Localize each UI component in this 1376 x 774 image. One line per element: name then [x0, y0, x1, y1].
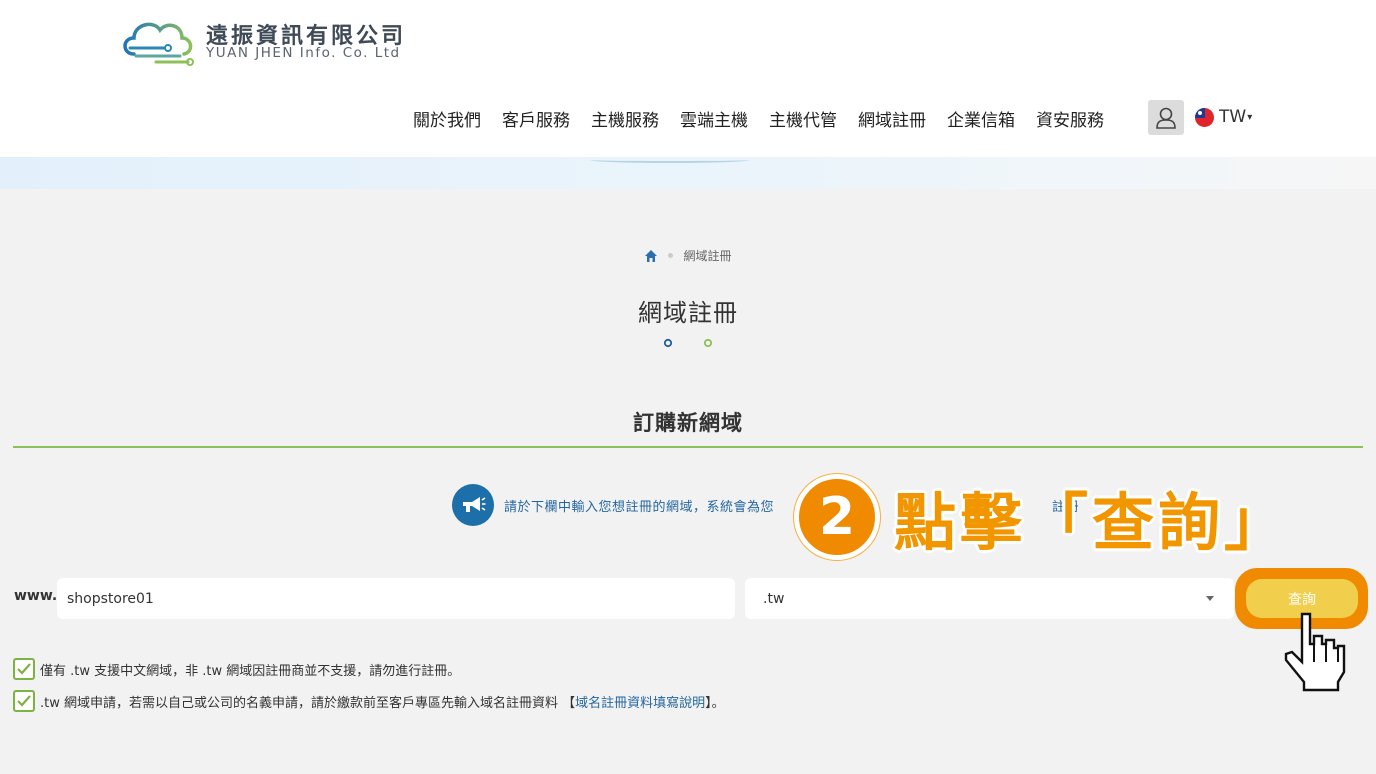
home-icon[interactable] [644, 249, 658, 263]
step-callout: 2 點擊「查詢」 [794, 472, 1290, 562]
nav-item-security[interactable]: 資安服務 [1036, 106, 1104, 131]
main-nav: 關於我們 客戶服務 主機服務 雲端主機 主機代管 網域註冊 企業信箱 資安服務 [413, 100, 1125, 136]
user-icon [1156, 107, 1176, 129]
pointing-hand-cursor-icon [1284, 612, 1346, 692]
language-selector[interactable]: TW ▾ [1195, 107, 1252, 127]
chevron-down-icon [1206, 596, 1214, 601]
step-number-badge: 2 [794, 474, 880, 560]
breadcrumb-separator [668, 253, 674, 258]
nav-item-cloud-host[interactable]: 雲端主機 [680, 106, 748, 131]
nav-item-hosting[interactable]: 主機服務 [591, 106, 659, 131]
company-logo[interactable]: 遠振資訊有限公司 YUAN JHEN Info. Co. Ltd [120, 14, 430, 66]
site-header: 遠振資訊有限公司 YUAN JHEN Info. Co. Ltd 關於我們 客戶… [0, 0, 1376, 157]
language-label: TW [1219, 107, 1247, 127]
nav-item-domain[interactable]: 網域註冊 [858, 106, 926, 131]
megaphone-icon [452, 484, 494, 526]
note-text-2: .tw 網域申請，若需以自己或公司的名義申請，請於繳款前至客戶專區先輸入域名註冊… [40, 695, 576, 711]
step-instruction: 點擊「查詢」 [894, 486, 1291, 559]
section-divider [13, 446, 1363, 448]
nav-item-about[interactable]: 關於我們 [413, 106, 481, 131]
note-text-1: 僅有 .tw 支援中文網域，非 .tw 網域因註冊商並不支援，請勿進行註冊。 [40, 663, 461, 679]
page-title: 網域註冊 [638, 299, 738, 327]
section-title: 訂購新網域 [633, 411, 743, 435]
title-divider-icon [663, 338, 713, 348]
company-name-en: YUAN JHEN Info. Co. Ltd [206, 45, 401, 61]
nav-item-email[interactable]: 企業信箱 [947, 106, 1015, 131]
taiwan-flag-icon [1195, 107, 1214, 127]
breadcrumb-current: 網域註冊 [683, 249, 732, 263]
user-account-button[interactable] [1148, 100, 1184, 135]
notice-text: 請於下欄中輸入您想註冊的網域，系統會為您 [504, 499, 775, 515]
checkmark-icon [13, 690, 35, 712]
domain-name-input[interactable] [57, 578, 735, 619]
breadcrumb: 網域註冊 [0, 247, 1376, 264]
checkmark-icon [13, 658, 35, 680]
note-tw-application: .tw 網域申請，若需以自己或公司的名義申請，請於繳款前至客戶專區先輸入域名註冊… [13, 690, 725, 712]
banner-decoration [590, 157, 750, 163]
note-chinese-domain: 僅有 .tw 支援中文網域，非 .tw 網域因註冊商並不支援，請勿進行註冊。 [13, 658, 460, 680]
caret-down-icon: ▾ [1247, 111, 1253, 123]
nav-item-customer-service[interactable]: 客戶服務 [502, 106, 570, 131]
tld-selected-value: .tw [763, 590, 785, 607]
nav-item-colocation[interactable]: 主機代管 [769, 106, 837, 131]
cloud-logo-icon [123, 22, 194, 66]
www-prefix-label: www. [14, 588, 58, 604]
registration-guide-link[interactable]: 域名註冊資料填寫說明 [575, 692, 705, 711]
tld-select[interactable]: .tw [745, 578, 1234, 619]
note-text-2-end: 】。 [705, 695, 725, 711]
